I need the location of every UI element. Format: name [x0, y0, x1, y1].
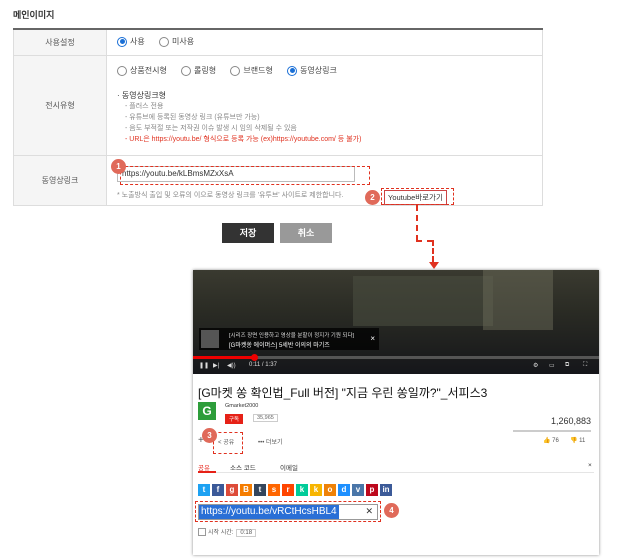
- arrow-segment: [416, 240, 433, 242]
- dislike-count: 11: [579, 438, 586, 444]
- stumbleupon-icon[interactable]: s: [268, 484, 280, 496]
- tumblr-icon[interactable]: t: [254, 484, 266, 496]
- pause-icon[interactable]: ❚❚: [199, 362, 209, 369]
- guide-title: · 동영상링크형: [117, 90, 167, 100]
- video-scene: [483, 270, 553, 330]
- guide-line: - 플러스 전용: [125, 102, 164, 110]
- tab-embed[interactable]: 소스 코드: [230, 462, 256, 472]
- guide-line-warning: - URL은 https://youtu.be/ 형식으로 등록 가능 (ex)…: [125, 135, 362, 143]
- radio-icon: [230, 65, 241, 76]
- dislike-button[interactable]: 👎 11: [570, 437, 585, 444]
- linkedin-icon[interactable]: in: [380, 484, 392, 496]
- display-radio-rolling[interactable]: 롤링형: [181, 65, 216, 76]
- channel-name[interactable]: Gmarket2000: [225, 403, 258, 409]
- step-badge-1: 1: [111, 159, 126, 174]
- vk-icon[interactable]: v: [352, 484, 364, 496]
- video-title: [G마켓 쏭 확인법_Full 버전] "지금 우린 쏭일까?"_서피스3: [198, 386, 488, 400]
- fullscreen-icon[interactable]: ⛶: [583, 362, 587, 369]
- ad-thumbnail: [201, 330, 219, 348]
- guide-line: - 음도 부적절 또는 저작권 이슈 발생 시 임의 삭제될 수 있음: [125, 124, 297, 132]
- radio-icon: [158, 36, 169, 47]
- subscribe-button[interactable]: 구독: [225, 414, 244, 424]
- usage-radio-unused[interactable]: 미사용: [158, 36, 194, 47]
- start-time-checkbox[interactable]: [198, 528, 206, 537]
- ad-line: [G마켓쏭 에이머스] 5세반 이의의 마기즈: [229, 343, 330, 349]
- progress-fill: [193, 356, 254, 359]
- arrow-segment: [416, 205, 418, 241]
- blogger-icon[interactable]: B: [240, 484, 252, 496]
- usage-radio-use[interactable]: 사용: [117, 36, 145, 47]
- video-time: 0:11 / 1:37: [249, 362, 277, 368]
- display-radio-product[interactable]: 상품전시형: [117, 65, 167, 76]
- pinterest-icon[interactable]: p: [366, 484, 378, 496]
- digg-icon[interactable]: d: [338, 484, 350, 496]
- radio-icon: [117, 65, 127, 76]
- start-time-label: 시작 시간:: [208, 530, 234, 536]
- step-badge-2: 2: [365, 190, 380, 205]
- view-count: 1,260,883: [550, 416, 591, 426]
- guide-line: - 유튜브에 등록된 동영상 링크 (유튜브만 가능): [125, 113, 260, 121]
- odnoklassniki-icon[interactable]: o: [324, 484, 336, 496]
- ad-line: [시리즈 장면 인용하고 영상을 분할이 정지가 기원 되다]: [229, 333, 355, 339]
- twitter-icon[interactable]: t: [198, 484, 210, 496]
- settings-icon[interactable]: ⚙: [533, 362, 538, 369]
- start-time-option: 시작 시간: 0:18: [198, 527, 257, 537]
- volume-icon[interactable]: ◀)): [227, 362, 236, 369]
- radio-selected-icon: [117, 36, 127, 47]
- step-badge-3: 3: [202, 428, 217, 443]
- step-badge-4: 4: [384, 503, 399, 518]
- video-link-note: * 노출방식 출입 및 오류의 이으로 동영상 링크를 '유투브' 사이트로 제…: [117, 192, 344, 199]
- active-tab-indicator: [198, 471, 216, 473]
- like-count: 76: [552, 438, 559, 444]
- like-button[interactable]: 👍 76: [543, 437, 559, 444]
- more-button[interactable]: ••• 더보기: [258, 437, 283, 446]
- display-type-options: 상품전시형 롤링형 브랜드형 동영상링크 · 동영상링크형 - 플러스 전용 -…: [106, 54, 543, 156]
- start-time-input[interactable]: 0:18: [236, 529, 257, 537]
- like-ratio-bar: [513, 430, 591, 432]
- close-icon[interactable]: ×: [588, 462, 592, 469]
- cast-icon[interactable]: ⧉: [565, 362, 569, 369]
- video-player[interactable]: [시리즈 장면 인용하고 영상을 분할이 정지가 기원 되다] [G마켓쏭 에이…: [193, 270, 599, 374]
- arrow-down-icon: [429, 262, 439, 269]
- share-highlight-box: [213, 432, 243, 454]
- theater-icon[interactable]: ▭: [549, 362, 555, 369]
- radio-selected-icon: [287, 65, 298, 76]
- close-icon[interactable]: ×: [370, 334, 375, 343]
- usage-options: 사용 미사용: [106, 28, 543, 56]
- radio-icon: [181, 65, 192, 76]
- tab-email[interactable]: 이메일: [280, 462, 298, 472]
- display-type-label: 전시유형: [13, 54, 107, 156]
- google-plus-icon[interactable]: g: [226, 484, 238, 496]
- tab-divider: [198, 472, 594, 473]
- reddit-icon[interactable]: r: [282, 484, 294, 496]
- video-controls: ❚❚ ▶| ◀)) 0:11 / 1:37 ⚙ ▭ ⧉ ⛶: [193, 360, 599, 374]
- kakao-icon[interactable]: k: [296, 484, 308, 496]
- save-button[interactable]: 저장: [222, 223, 274, 243]
- video-link-guide: · 동영상링크형 - 플러스 전용 - 유튜브에 등록된 동영상 링크 (유튜브…: [117, 90, 541, 145]
- input-highlight-box: [120, 166, 370, 185]
- display-radio-video-link[interactable]: 동영상링크: [287, 65, 337, 76]
- next-icon[interactable]: ▶|: [213, 362, 219, 369]
- video-overlay-ad[interactable]: [시리즈 장면 인용하고 영상을 분할이 정지가 기원 되다] [G마켓쏭 에이…: [199, 328, 379, 350]
- subscriber-count: 35,965: [253, 414, 278, 422]
- video-scene: [353, 276, 493, 326]
- youtube-screenshot: [시리즈 장면 인용하고 영상을 분할이 정지가 기원 되다] [G마켓쏭 에이…: [193, 270, 599, 555]
- link-highlight-box: [381, 188, 454, 205]
- url-highlight-box: [195, 501, 381, 522]
- channel-logo[interactable]: G: [198, 402, 216, 420]
- facebook-icon[interactable]: f: [212, 484, 224, 496]
- display-radio-brand[interactable]: 브랜드형: [230, 65, 273, 76]
- video-actions: + < 공유 ••• 더보기 👍 76 👎 11: [198, 435, 594, 449]
- video-link-label: 동영상링크: [13, 154, 107, 206]
- cancel-button[interactable]: 취소: [280, 223, 332, 243]
- arrow-segment: [432, 240, 434, 262]
- video-progress-bar[interactable]: [193, 354, 599, 361]
- kakaostory-icon[interactable]: k: [310, 484, 322, 496]
- usage-label: 사용설정: [13, 28, 107, 56]
- section-title: 메인이미지: [13, 10, 55, 20]
